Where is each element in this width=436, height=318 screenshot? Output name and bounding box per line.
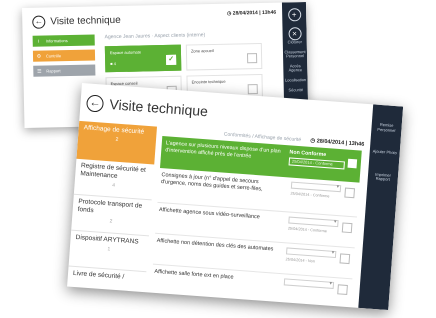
back-arrow-icon[interactable]: ←: [85, 93, 105, 113]
card-espace-automate[interactable]: Espace automate ■ 4 ✓: [104, 44, 182, 73]
sidebar-item-label: Contrôle: [45, 53, 62, 59]
rail-item[interactable]: Classement Personnel: [284, 49, 306, 60]
clock-icon: ◷: [226, 10, 232, 17]
sidebar-item-controle[interactable]: ⚙ Contrôle: [32, 49, 96, 62]
sidebar-item-label: Informations: [45, 38, 68, 44]
count-badge: 4: [111, 182, 116, 189]
sidebar-item-affichage[interactable]: Affichage de sécurité 2: [76, 120, 158, 165]
row-text: Consignes à jour (n° d'appel de secours …: [160, 172, 263, 193]
back-arrow-icon[interactable]: ←: [32, 15, 46, 29]
checkbox[interactable]: [339, 253, 351, 265]
list-icon: ☰: [37, 68, 42, 75]
count-badge: 1: [107, 246, 111, 253]
status-label: Non Conforme: [289, 149, 327, 159]
rail-item[interactable]: Remise Personnel: [372, 122, 401, 133]
status-select[interactable]: [290, 181, 342, 193]
status-select[interactable]: [285, 247, 337, 259]
checkbox-checked[interactable]: ✓: [166, 54, 177, 65]
status-select[interactable]: [288, 216, 339, 228]
header: ← Visite technique: [32, 4, 306, 34]
info-icon: i: [38, 38, 40, 45]
page-title: Visite technique: [50, 14, 121, 27]
status-history: 25/04/2014 - Conforme: [287, 226, 328, 234]
checkbox[interactable]: [344, 187, 356, 199]
front-screen: ← Visite technique ◷ 28/04/2014 | 13h46 …: [67, 83, 404, 311]
rail-item[interactable]: Ajouter Photo: [371, 149, 399, 157]
sidebar-item-livre[interactable]: Livre de sécurité /: [67, 266, 147, 309]
sidebar: i Informations ⚙ Contrôle ☰ Rapport: [32, 34, 96, 80]
status-select[interactable]: [283, 278, 335, 289]
card-zone-accueil[interactable]: Zone accueil: [185, 42, 263, 71]
checkbox[interactable]: [246, 53, 258, 64]
rail-item[interactable]: Accès Agence: [284, 63, 306, 74]
status-history: 25/04/2014 - Conforme: [290, 191, 330, 199]
main-content: Conformités / Affichage de sécurité L'ag…: [151, 127, 362, 301]
rail-add[interactable]: +: [283, 8, 305, 22]
rail-item[interactable]: Imprimer Rapport: [369, 172, 398, 183]
rail-item[interactable]: Sécurité: [285, 87, 307, 93]
sidebar-item-registre[interactable]: Registre de sécurité et Maintenance 4: [73, 158, 155, 201]
gear-icon: ⚙: [36, 53, 42, 60]
page-title: Visite technique: [108, 96, 209, 120]
checkbox[interactable]: [341, 222, 353, 234]
sidebar-item-label: Rapport: [46, 68, 61, 74]
count-badge: 2: [115, 136, 119, 143]
count-badge: 2: [109, 217, 113, 225]
sidebar-item-dispositif[interactable]: Dispositif ARYTRANS 1: [68, 230, 149, 273]
rail-close[interactable]: × Clôturer: [283, 27, 305, 45]
datetime-label: ◷ 28/04/2014 | 13h46: [226, 9, 277, 17]
checkbox[interactable]: [247, 84, 258, 95]
sidebar-item-informations[interactable]: i Informations: [32, 34, 95, 47]
breadcrumb: Agence Jean Jaures · Aspect clients (int…: [104, 32, 206, 41]
sidebar: Affichage de sécurité 2 Registre de sécu…: [67, 120, 158, 309]
checkbox[interactable]: [337, 284, 348, 295]
rail-item[interactable]: Localisation: [285, 77, 307, 83]
plus-icon: +: [287, 8, 301, 22]
status-history: 25/04/2014 - Non: [285, 257, 316, 264]
status-dropdown[interactable]: 25/04/2014 - Conforme: [288, 157, 345, 170]
sidebar-item-protocole[interactable]: Protocole transport de fonds 2: [71, 194, 152, 237]
sidebar-item-rapport[interactable]: ☰ Rapport: [33, 64, 96, 77]
checkbox[interactable]: [347, 158, 358, 169]
item-text: L'agence sur plusieurs niveaux dispose d…: [165, 140, 281, 160]
